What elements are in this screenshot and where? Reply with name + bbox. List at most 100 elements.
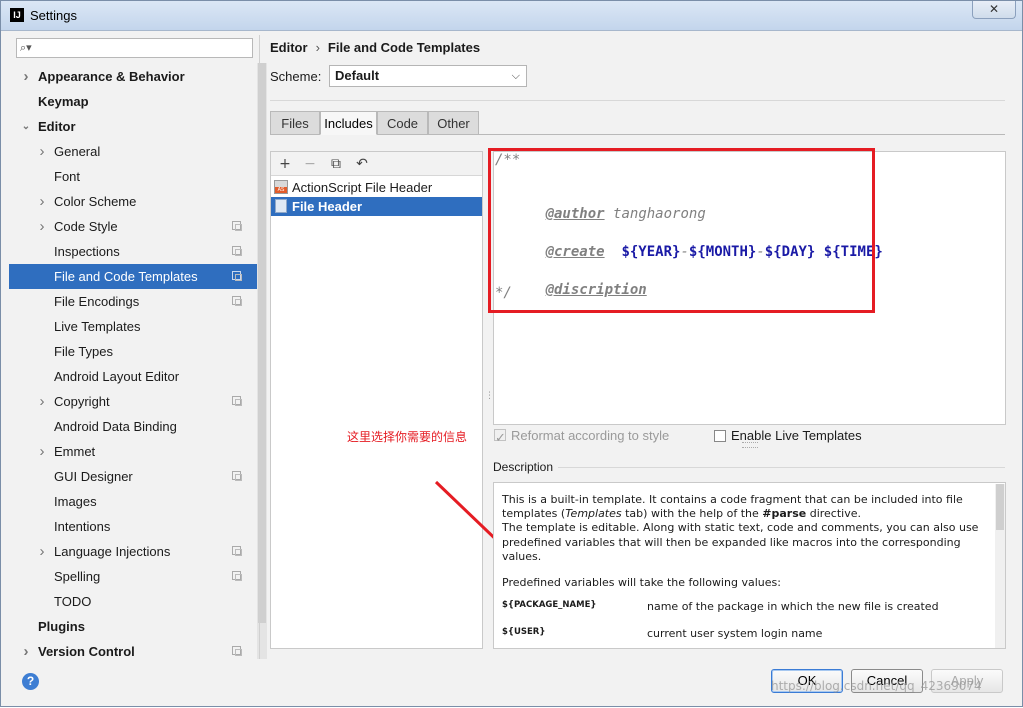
chevron-right-icon[interactable]: ›: [36, 189, 48, 214]
settings-tree: › Appearance & Behavior Keymap ⌄ Editor › Gene…: [9, 64, 259, 664]
sidebar-item-label: File Encodings: [54, 294, 140, 309]
copy-template-button[interactable]: ⧉: [326, 154, 346, 174]
tab-files[interactable]: Files: [270, 111, 320, 135]
chevron-down-icon[interactable]: ⌄: [20, 114, 32, 139]
sidebar-item-keymap[interactable]: Keymap: [9, 89, 259, 114]
settings-sidebar: ⌕▾ › Appearance & Behavior Keymap ⌄ Editor › G…: [9, 35, 267, 660]
desc-p1b: tab) with the help of the: [621, 507, 763, 521]
templates-toolbar: + − ⧉ ↶: [271, 152, 482, 176]
chevron-right-icon[interactable]: ›: [36, 139, 48, 164]
search-icon: ⌕▾: [20, 41, 32, 54]
sidebar-item-android-data-binding[interactable]: Android Data Binding: [9, 414, 259, 439]
sidebar-item-label: Intentions: [54, 519, 111, 534]
sidebar-item-label: GUI Designer: [54, 469, 133, 484]
template-item-file-header[interactable]: File Header: [271, 197, 482, 216]
description-scrollbar-thumb[interactable]: [996, 484, 1004, 530]
variable-description: current user system login name: [647, 627, 823, 640]
sidebar-item-images[interactable]: Images: [9, 489, 259, 514]
sidebar-item-label: Plugins: [38, 619, 85, 634]
project-scope-icon: [232, 396, 242, 406]
sidebar-item-label: Code Style: [54, 219, 118, 234]
sidebar-item-copyright[interactable]: › Copyright: [9, 389, 259, 414]
sidebar-item-todo[interactable]: TODO: [9, 589, 259, 614]
tab-other[interactable]: Other: [428, 111, 479, 135]
sidebar-item-appearance-behavior[interactable]: › Appearance & Behavior: [9, 64, 259, 89]
actionscript-icon-label: AS: [275, 187, 287, 193]
breadcrumb-root[interactable]: Editor: [270, 40, 308, 55]
settings-search-input[interactable]: ⌕▾: [16, 38, 253, 58]
sidebar-item-label: Color Scheme: [54, 194, 137, 209]
sidebar-item-intentions[interactable]: Intentions: [9, 514, 259, 539]
sidebar-item-general[interactable]: › General: [9, 139, 259, 164]
template-item-label: ActionScript File Header: [292, 180, 433, 195]
sidebar-item-label: Android Data Binding: [54, 419, 177, 434]
sidebar-item-label: Images: [54, 494, 97, 509]
settings-window: IJ Settings ✕ ⌕▾ › Appearance & Behavior K…: [0, 0, 1023, 707]
sidebar-item-emmet[interactable]: › Emmet: [9, 439, 259, 464]
chevron-right-icon[interactable]: ›: [20, 639, 32, 664]
project-scope-icon: [232, 471, 242, 481]
variable-name: ${PACKAGE_NAME}: [502, 600, 597, 610]
add-template-button[interactable]: +: [275, 154, 295, 174]
chevron-right-icon[interactable]: ›: [36, 539, 48, 564]
sidebar-divider[interactable]: [259, 35, 260, 659]
sidebar-item-plugins[interactable]: Plugins: [9, 614, 259, 639]
reformat-label: Reformat according to style: [511, 428, 670, 443]
sidebar-item-file-encodings[interactable]: File Encodings: [9, 289, 259, 314]
sidebar-item-label: Emmet: [54, 444, 96, 459]
sidebar-item-label: Keymap: [38, 94, 89, 109]
reset-template-button[interactable]: ↶: [352, 154, 372, 174]
sidebar-item-code-style[interactable]: › Code Style: [9, 214, 259, 239]
sidebar-item-file-types[interactable]: File Types: [9, 339, 259, 364]
splitter-handle[interactable]: ⋮: [485, 391, 494, 405]
sidebar-item-gui-designer[interactable]: GUI Designer: [9, 464, 259, 489]
templates-list-panel: + − ⧉ ↶ AS ActionScript File Header File…: [270, 151, 483, 649]
sidebar-item-label: Version Control: [38, 644, 135, 659]
chevron-right-icon[interactable]: ›: [36, 214, 48, 239]
variable-description: name of the package in which the new fil…: [647, 600, 939, 613]
sidebar-item-spelling[interactable]: Spelling: [9, 564, 259, 589]
sidebar-item-label: Copyright: [54, 394, 110, 409]
sidebar-item-version-control[interactable]: › Version Control: [9, 639, 259, 664]
sidebar-item-font[interactable]: Font: [9, 164, 259, 189]
sidebar-item-label: Live Templates: [54, 319, 141, 334]
sidebar-item-label: Font: [54, 169, 81, 184]
sidebar-item-language-injections[interactable]: › Language Injections: [9, 539, 259, 564]
chevron-right-icon[interactable]: ›: [36, 389, 48, 414]
sidebar-item-file-and-code-templates[interactable]: File and Code Templates: [9, 264, 259, 289]
chevron-down-icon: ⌵: [511, 70, 520, 82]
actionscript-icon: AS: [274, 180, 288, 194]
sidebar-item-label: TODO: [54, 594, 92, 609]
scheme-dropdown[interactable]: Default ⌵: [329, 65, 527, 87]
remove-template-button[interactable]: −: [300, 154, 320, 174]
file-icon: [275, 199, 287, 213]
reformat-checkbox-box: ✓: [494, 429, 506, 445]
project-scope-icon: [232, 221, 242, 231]
sidebar-item-android-layout-editor[interactable]: Android Layout Editor: [9, 364, 259, 389]
tab-code[interactable]: Code: [377, 111, 428, 135]
window-close-button[interactable]: ✕: [972, 1, 1016, 19]
sidebar-item-label: Language Injections: [54, 544, 171, 559]
live-templates-label: Enable Live Templates: [731, 428, 862, 443]
desc-p1-italic: Templates: [565, 507, 622, 521]
sidebar-item-live-templates[interactable]: Live Templates: [9, 314, 259, 339]
sidebar-item-label: Editor: [38, 119, 76, 134]
resize-grip[interactable]: [742, 442, 758, 448]
sidebar-item-color-scheme[interactable]: › Color Scheme: [9, 189, 259, 214]
sidebar-item-label: File Types: [54, 344, 114, 359]
project-scope-icon: [232, 571, 242, 581]
enable-live-templates-checkbox[interactable]: Enable Live Templates: [714, 428, 862, 443]
tab-includes[interactable]: Includes: [320, 111, 377, 135]
reformat-checkbox[interactable]: ✓ Reformat according to style: [494, 428, 670, 445]
chevron-right-icon[interactable]: ›: [36, 439, 48, 464]
sidebar-item-editor[interactable]: ⌄ Editor: [9, 114, 259, 139]
description-scrollbar[interactable]: [995, 484, 1005, 648]
chevron-right-icon[interactable]: ›: [20, 64, 32, 89]
template-item-actionscript-file-header[interactable]: AS ActionScript File Header: [271, 178, 482, 197]
project-scope-icon: [232, 246, 242, 256]
intellij-app-icon: IJ: [10, 8, 24, 22]
project-scope-icon: [232, 296, 242, 306]
help-button[interactable]: ?: [22, 673, 39, 690]
sidebar-item-inspections[interactable]: Inspections: [9, 239, 259, 264]
project-scope-icon: [232, 546, 242, 556]
